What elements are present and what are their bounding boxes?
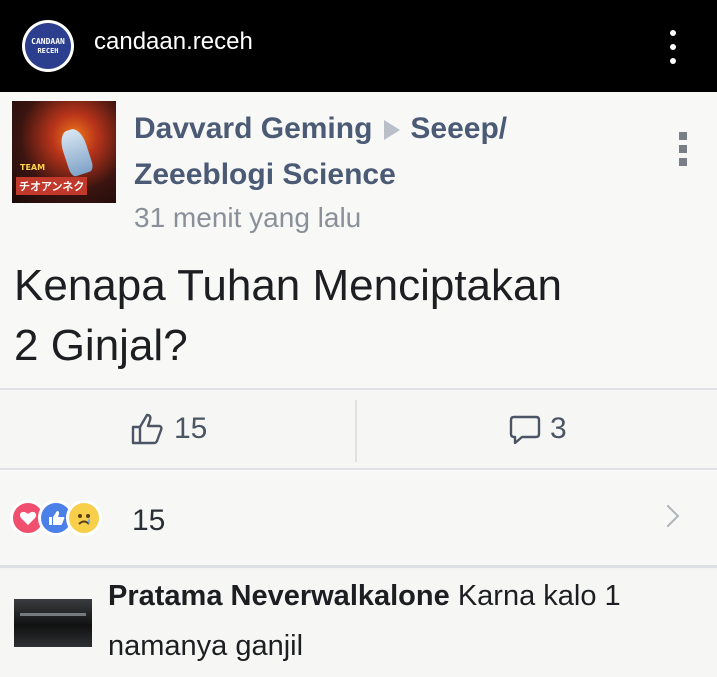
instagram-header: CANDAAN RECEH candaan.receh xyxy=(0,0,717,92)
comment-author[interactable]: Pratama Neverwalkalone xyxy=(108,580,450,612)
username[interactable]: candaan.receh xyxy=(94,28,253,56)
group-name-part1[interactable]: Seeep/ xyxy=(410,112,507,145)
author-avatar[interactable]: TEAM チオアンネク xyxy=(12,101,116,203)
reaction-count: 15 xyxy=(132,504,166,537)
more-vertical-icon[interactable] xyxy=(679,132,689,166)
avatar-logo: CANDAAN RECEH xyxy=(25,23,71,69)
author-line: Davvard Geming Seeep/ xyxy=(134,106,507,152)
reaction-icons xyxy=(10,500,102,536)
comment: Pratama Neverwalkalone Karna kalo 1 nama… xyxy=(0,571,717,677)
comment-bubble-icon xyxy=(509,415,541,445)
avatar-caption: TEAM xyxy=(20,163,46,172)
avatar-logo-text-2: RECEH xyxy=(37,46,59,55)
avatar-figure xyxy=(57,126,95,178)
avatar-logo-text-1: CANDAAN xyxy=(31,36,65,46)
reactions-bar[interactable]: 15 xyxy=(0,480,717,568)
post-text-line-1: Kenapa Tuhan Menciptakan xyxy=(14,261,562,310)
group-name-part2[interactable]: Zeeeblogi Science xyxy=(134,152,396,198)
facebook-post: TEAM チオアンネク Davvard Geming Seeep/ Zeeeblo… xyxy=(0,92,717,677)
post-header: TEAM チオアンネク Davvard Geming Seeep/ Zeeeblo… xyxy=(0,92,717,480)
like-button[interactable]: 15 xyxy=(130,412,207,446)
comment-body: Pratama Neverwalkalone Karna kalo 1 nama… xyxy=(108,571,708,671)
author-name[interactable]: Davvard Geming xyxy=(134,112,372,145)
commenter-avatar[interactable] xyxy=(14,599,92,647)
avatar-banner: チオアンネク xyxy=(16,177,88,195)
sad-reaction-icon xyxy=(66,500,102,536)
action-divider xyxy=(355,400,357,462)
comment-count: 3 xyxy=(550,412,567,445)
arrow-right-icon xyxy=(384,120,401,141)
more-vertical-icon[interactable] xyxy=(666,30,680,64)
comment-button[interactable]: 3 xyxy=(508,412,567,446)
post-text-line-2: 2 Ginjal? xyxy=(14,321,188,370)
profile-avatar[interactable]: CANDAAN RECEH xyxy=(22,20,74,72)
action-bar: 15 3 xyxy=(0,388,717,470)
chevron-right-icon[interactable] xyxy=(656,504,680,528)
like-count: 15 xyxy=(174,412,208,445)
post-text: Kenapa Tuhan Menciptakan 2 Ginjal? xyxy=(14,256,562,376)
post-timestamp[interactable]: 31 menit yang lalu xyxy=(134,198,361,238)
thumbs-up-outline-icon xyxy=(131,413,163,445)
